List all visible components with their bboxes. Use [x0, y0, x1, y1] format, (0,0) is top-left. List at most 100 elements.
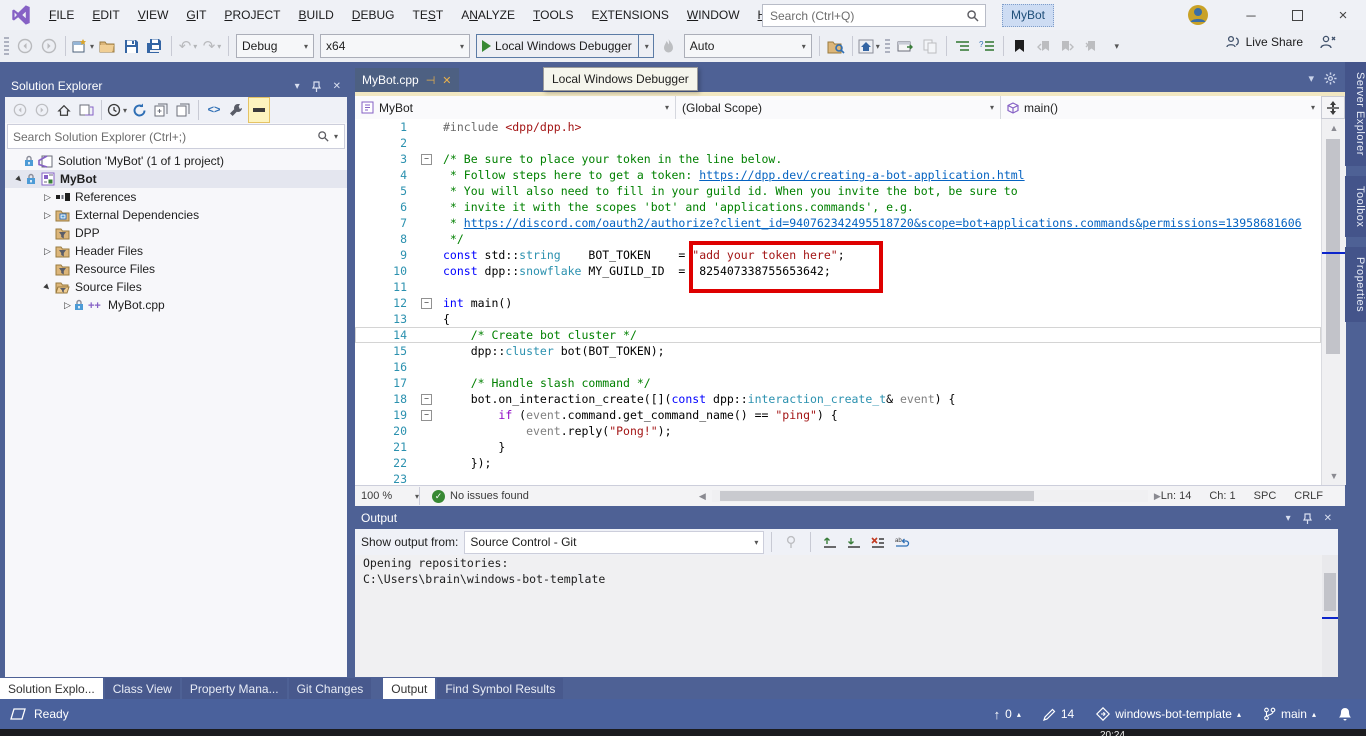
- se-pending-changes-icon[interactable]: ▾: [107, 98, 127, 122]
- expander-icon[interactable]: ▷: [41, 192, 54, 203]
- pin-tab-icon[interactable]: ⊣: [426, 74, 436, 87]
- output-scrollbar[interactable]: [1322, 555, 1338, 677]
- menu-item-analyze[interactable]: ANALYZE: [452, 0, 524, 30]
- expander-icon[interactable]: ►: [13, 174, 26, 184]
- minimize-button[interactable]: ─: [1228, 0, 1274, 30]
- document-tab-mybot-cpp[interactable]: MyBot.cpp ⊣ ✕: [355, 68, 459, 92]
- pin-icon[interactable]: [1303, 513, 1312, 524]
- tool-tab-solution-explo[interactable]: Solution Explo...: [0, 678, 103, 699]
- word-wrap-icon[interactable]: ab: [891, 530, 913, 554]
- nav-project-dropdown[interactable]: MyBot▾: [355, 96, 676, 119]
- prev-bookmark-icon[interactable]: [1033, 34, 1055, 58]
- solution-explorer-titlebar[interactable]: Solution Explorer ▾ ✕: [5, 75, 347, 97]
- scroll-down-icon[interactable]: ▼: [1322, 471, 1346, 481]
- menu-item-project[interactable]: PROJECT: [215, 0, 289, 30]
- tree-item-source-files[interactable]: ►Source Files: [5, 278, 347, 296]
- repository-button[interactable]: windows-bot-template ▴: [1096, 707, 1241, 721]
- se-refresh-icon[interactable]: [129, 98, 149, 122]
- menu-item-edit[interactable]: EDIT: [83, 0, 128, 30]
- nav-back-icon[interactable]: [14, 34, 36, 58]
- tree-item-external-dependencies[interactable]: ▷External Dependencies: [5, 206, 347, 224]
- open-folder-icon[interactable]: [96, 34, 118, 58]
- fold-collapse-icon[interactable]: −: [421, 391, 443, 407]
- tool-tab-git-changes[interactable]: Git Changes: [289, 678, 372, 699]
- se-wrench-icon[interactable]: [226, 98, 246, 122]
- pending-changes-button[interactable]: 14: [1043, 707, 1074, 721]
- tree-item-resource-files[interactable]: Resource Files: [5, 260, 347, 278]
- tree-item-solution-mybot-1-of-1-project[interactable]: Solution 'MyBot' (1 of 1 project): [5, 152, 347, 170]
- close-panel-icon[interactable]: ✕: [333, 81, 341, 92]
- issues-status[interactable]: No issues found: [450, 490, 529, 502]
- feedback-solution-chip[interactable]: MyBot: [1002, 4, 1054, 27]
- tree-item-dpp[interactable]: DPP: [5, 224, 347, 242]
- close-button[interactable]: ×: [1320, 0, 1366, 30]
- pin-icon[interactable]: [312, 81, 321, 92]
- redo-icon[interactable]: ↷▾: [201, 34, 223, 58]
- menu-item-file[interactable]: FILE: [40, 0, 83, 30]
- watch-mode-dropdown[interactable]: Auto▾: [684, 34, 812, 58]
- editor-horizontal-scrollbar[interactable]: [712, 490, 1148, 502]
- branch-button[interactable]: main ▴: [1263, 707, 1316, 721]
- se-back-icon[interactable]: [10, 98, 30, 122]
- window-position-icon[interactable]: ▾: [1286, 513, 1291, 524]
- se-forward-icon[interactable]: [32, 98, 52, 122]
- solution-configuration-dropdown[interactable]: Debug▾: [236, 34, 314, 58]
- editor-vertical-scrollbar[interactable]: ▲ ▼: [1321, 119, 1346, 485]
- nav-forward-icon[interactable]: [38, 34, 60, 58]
- line-indent-icon[interactable]: [952, 34, 974, 58]
- side-tab-properties[interactable]: Properties: [1345, 247, 1366, 322]
- expander-icon[interactable]: ▷: [61, 300, 74, 311]
- menu-item-window[interactable]: WINDOW: [678, 0, 749, 30]
- debug-target-dropdown[interactable]: ▾: [638, 35, 653, 57]
- se-preview-selected-toggle[interactable]: [248, 97, 270, 123]
- bookmark-icon[interactable]: [1009, 34, 1031, 58]
- se-switch-views-icon[interactable]: [76, 98, 96, 122]
- editor-options-gear-icon[interactable]: [1324, 72, 1337, 85]
- spaces-indicator[interactable]: SPC: [1254, 490, 1277, 502]
- close-tab-icon[interactable]: ✕: [442, 74, 451, 87]
- menu-item-debug[interactable]: DEBUG: [343, 0, 404, 30]
- tool-tab-class-view[interactable]: Class View: [105, 678, 180, 699]
- menu-item-tools[interactable]: TOOLS: [524, 0, 582, 30]
- window-position-icon[interactable]: ▾: [295, 81, 300, 92]
- tool-tab-find-symbol-results[interactable]: Find Symbol Results: [437, 678, 563, 699]
- side-tab-server-explorer[interactable]: Server Explorer: [1345, 62, 1366, 166]
- code-editor[interactable]: 1#include <dpp/dpp.h>23−/* Be sure to pl…: [355, 119, 1321, 485]
- clear-all-icon[interactable]: [867, 530, 889, 554]
- clear-bookmarks-icon[interactable]: [1081, 34, 1103, 58]
- prev-message-icon[interactable]: [819, 530, 841, 554]
- add-collaborator-icon[interactable]: [1319, 34, 1336, 50]
- hscroll-left-icon[interactable]: ◀: [699, 491, 706, 502]
- menu-item-test[interactable]: TEST: [403, 0, 452, 30]
- se-collapse-all-icon[interactable]: [151, 98, 171, 122]
- se-show-code-icon[interactable]: <>: [204, 98, 224, 122]
- background-tasks-icon[interactable]: [10, 708, 26, 720]
- user-avatar[interactable]: [1186, 3, 1210, 27]
- solution-explorer-search-input[interactable]: Search Solution Explorer (Ctrl+;) ▾: [7, 124, 345, 149]
- find-in-files-icon[interactable]: [825, 34, 847, 58]
- save-all-icon[interactable]: [144, 34, 166, 58]
- smart-indent-icon[interactable]: ?: [976, 34, 998, 58]
- next-bookmark-icon[interactable]: [1057, 34, 1079, 58]
- tab-list-caret-icon[interactable]: ▾: [1308, 72, 1314, 85]
- column-indicator[interactable]: Ch: 1: [1209, 490, 1235, 502]
- solution-platform-dropdown[interactable]: x64▾: [320, 34, 470, 58]
- tree-item-header-files[interactable]: ▷Header Files: [5, 242, 347, 260]
- expander-icon[interactable]: ▷: [41, 246, 54, 257]
- attach-process-icon[interactable]: [895, 34, 917, 58]
- menu-item-extensions[interactable]: EXTENSIONS: [582, 0, 677, 30]
- copy-icon[interactable]: [919, 34, 941, 58]
- fold-collapse-icon[interactable]: −: [421, 407, 443, 423]
- start-debugging-button[interactable]: Local Windows Debugger ▾: [476, 34, 654, 58]
- output-scrollbar-thumb[interactable]: [1324, 573, 1336, 611]
- tool-tab-property-mana[interactable]: Property Mana...: [182, 678, 287, 699]
- se-home-icon[interactable]: [54, 98, 74, 122]
- tool-tab-output[interactable]: Output: [383, 678, 435, 699]
- nav-scope-dropdown[interactable]: (Global Scope)▾: [676, 96, 1001, 119]
- next-message-icon[interactable]: [843, 530, 865, 554]
- split-editor-handle[interactable]: [1321, 96, 1345, 119]
- toolbar-grip[interactable]: [885, 39, 890, 53]
- maximize-button[interactable]: [1274, 0, 1320, 30]
- scrollbar-thumb[interactable]: [1326, 139, 1340, 354]
- menu-item-build[interactable]: BUILD: [289, 0, 342, 30]
